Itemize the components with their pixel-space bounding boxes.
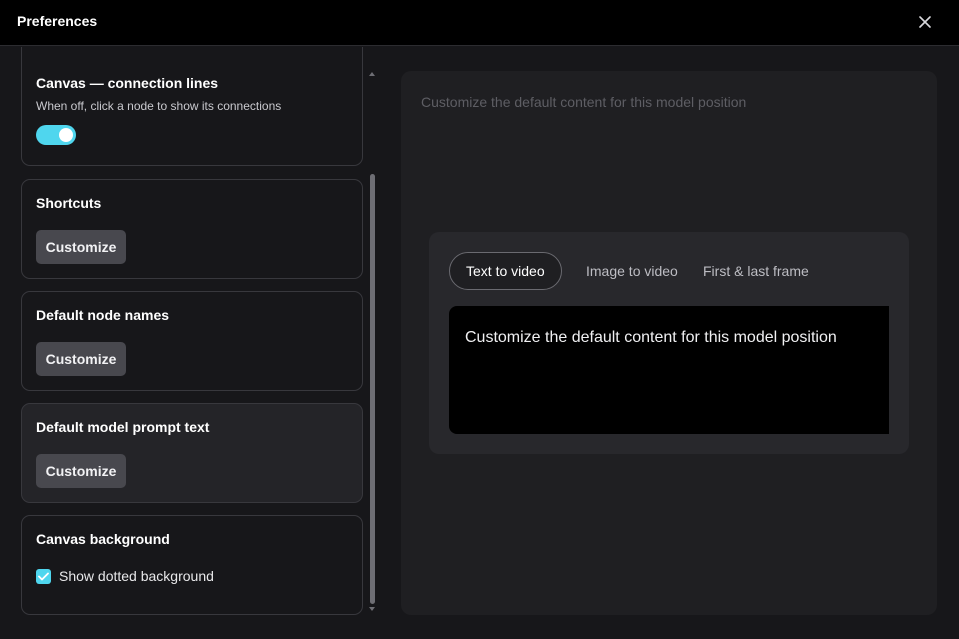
card-shortcuts: Shortcuts Customize — [21, 179, 363, 279]
check-icon — [38, 572, 49, 580]
toggle-knob — [59, 128, 73, 142]
prompt-text-customize-button[interactable]: Customize — [36, 454, 126, 488]
prompt-textarea[interactable]: Customize the default content for this m… — [449, 306, 889, 434]
card-title: Canvas — connection lines — [36, 75, 219, 91]
detail-hint: Customize the default content for this m… — [421, 94, 747, 110]
checkbox-box[interactable] — [36, 568, 51, 584]
card-canvas-background: Canvas background Show dotted background — [21, 515, 363, 615]
card-description: When off, click a node to show its conne… — [36, 99, 282, 113]
scroll-down-button[interactable] — [368, 605, 376, 613]
card-title: Default node names — [36, 307, 170, 323]
close-icon — [919, 16, 931, 28]
title-bar: Preferences — [0, 0, 959, 46]
shortcuts-customize-button[interactable]: Customize — [36, 230, 126, 264]
card-title: Shortcuts — [36, 195, 102, 211]
card-title: Canvas background — [36, 531, 170, 547]
card-connection-lines: Canvas — connection lines When off, clic… — [21, 47, 363, 166]
node-names-customize-button[interactable]: Customize — [36, 342, 126, 376]
card-node-names: Default node names Customize — [21, 291, 363, 391]
arrow-up-icon — [369, 72, 375, 76]
scrollbar-thumb[interactable] — [370, 174, 375, 604]
scroll-up-button[interactable] — [368, 70, 376, 78]
card-prompt-text[interactable]: Default model prompt text Customize — [21, 403, 363, 503]
card-title: Default model prompt text — [36, 419, 210, 435]
tab-text-to-video[interactable]: Text to video — [449, 252, 562, 290]
settings-list: Canvas — connection lines When off, clic… — [0, 47, 382, 639]
arrow-down-icon — [369, 607, 375, 611]
prompt-text: Customize the default content for this m… — [465, 329, 837, 346]
tab-first-last-frame[interactable]: First & last frame — [703, 252, 809, 290]
connection-lines-toggle[interactable] — [36, 125, 76, 145]
checkbox-label: Show dotted background — [59, 568, 214, 584]
window-title: Preferences — [17, 13, 98, 29]
close-button[interactable] — [914, 11, 936, 33]
prompt-editor-box: Text to video Image to video First & las… — [429, 232, 909, 454]
detail-panel: Customize the default content for this m… — [401, 71, 937, 615]
tab-image-to-video[interactable]: Image to video — [586, 252, 678, 290]
dotted-background-checkbox[interactable]: Show dotted background — [36, 568, 214, 584]
